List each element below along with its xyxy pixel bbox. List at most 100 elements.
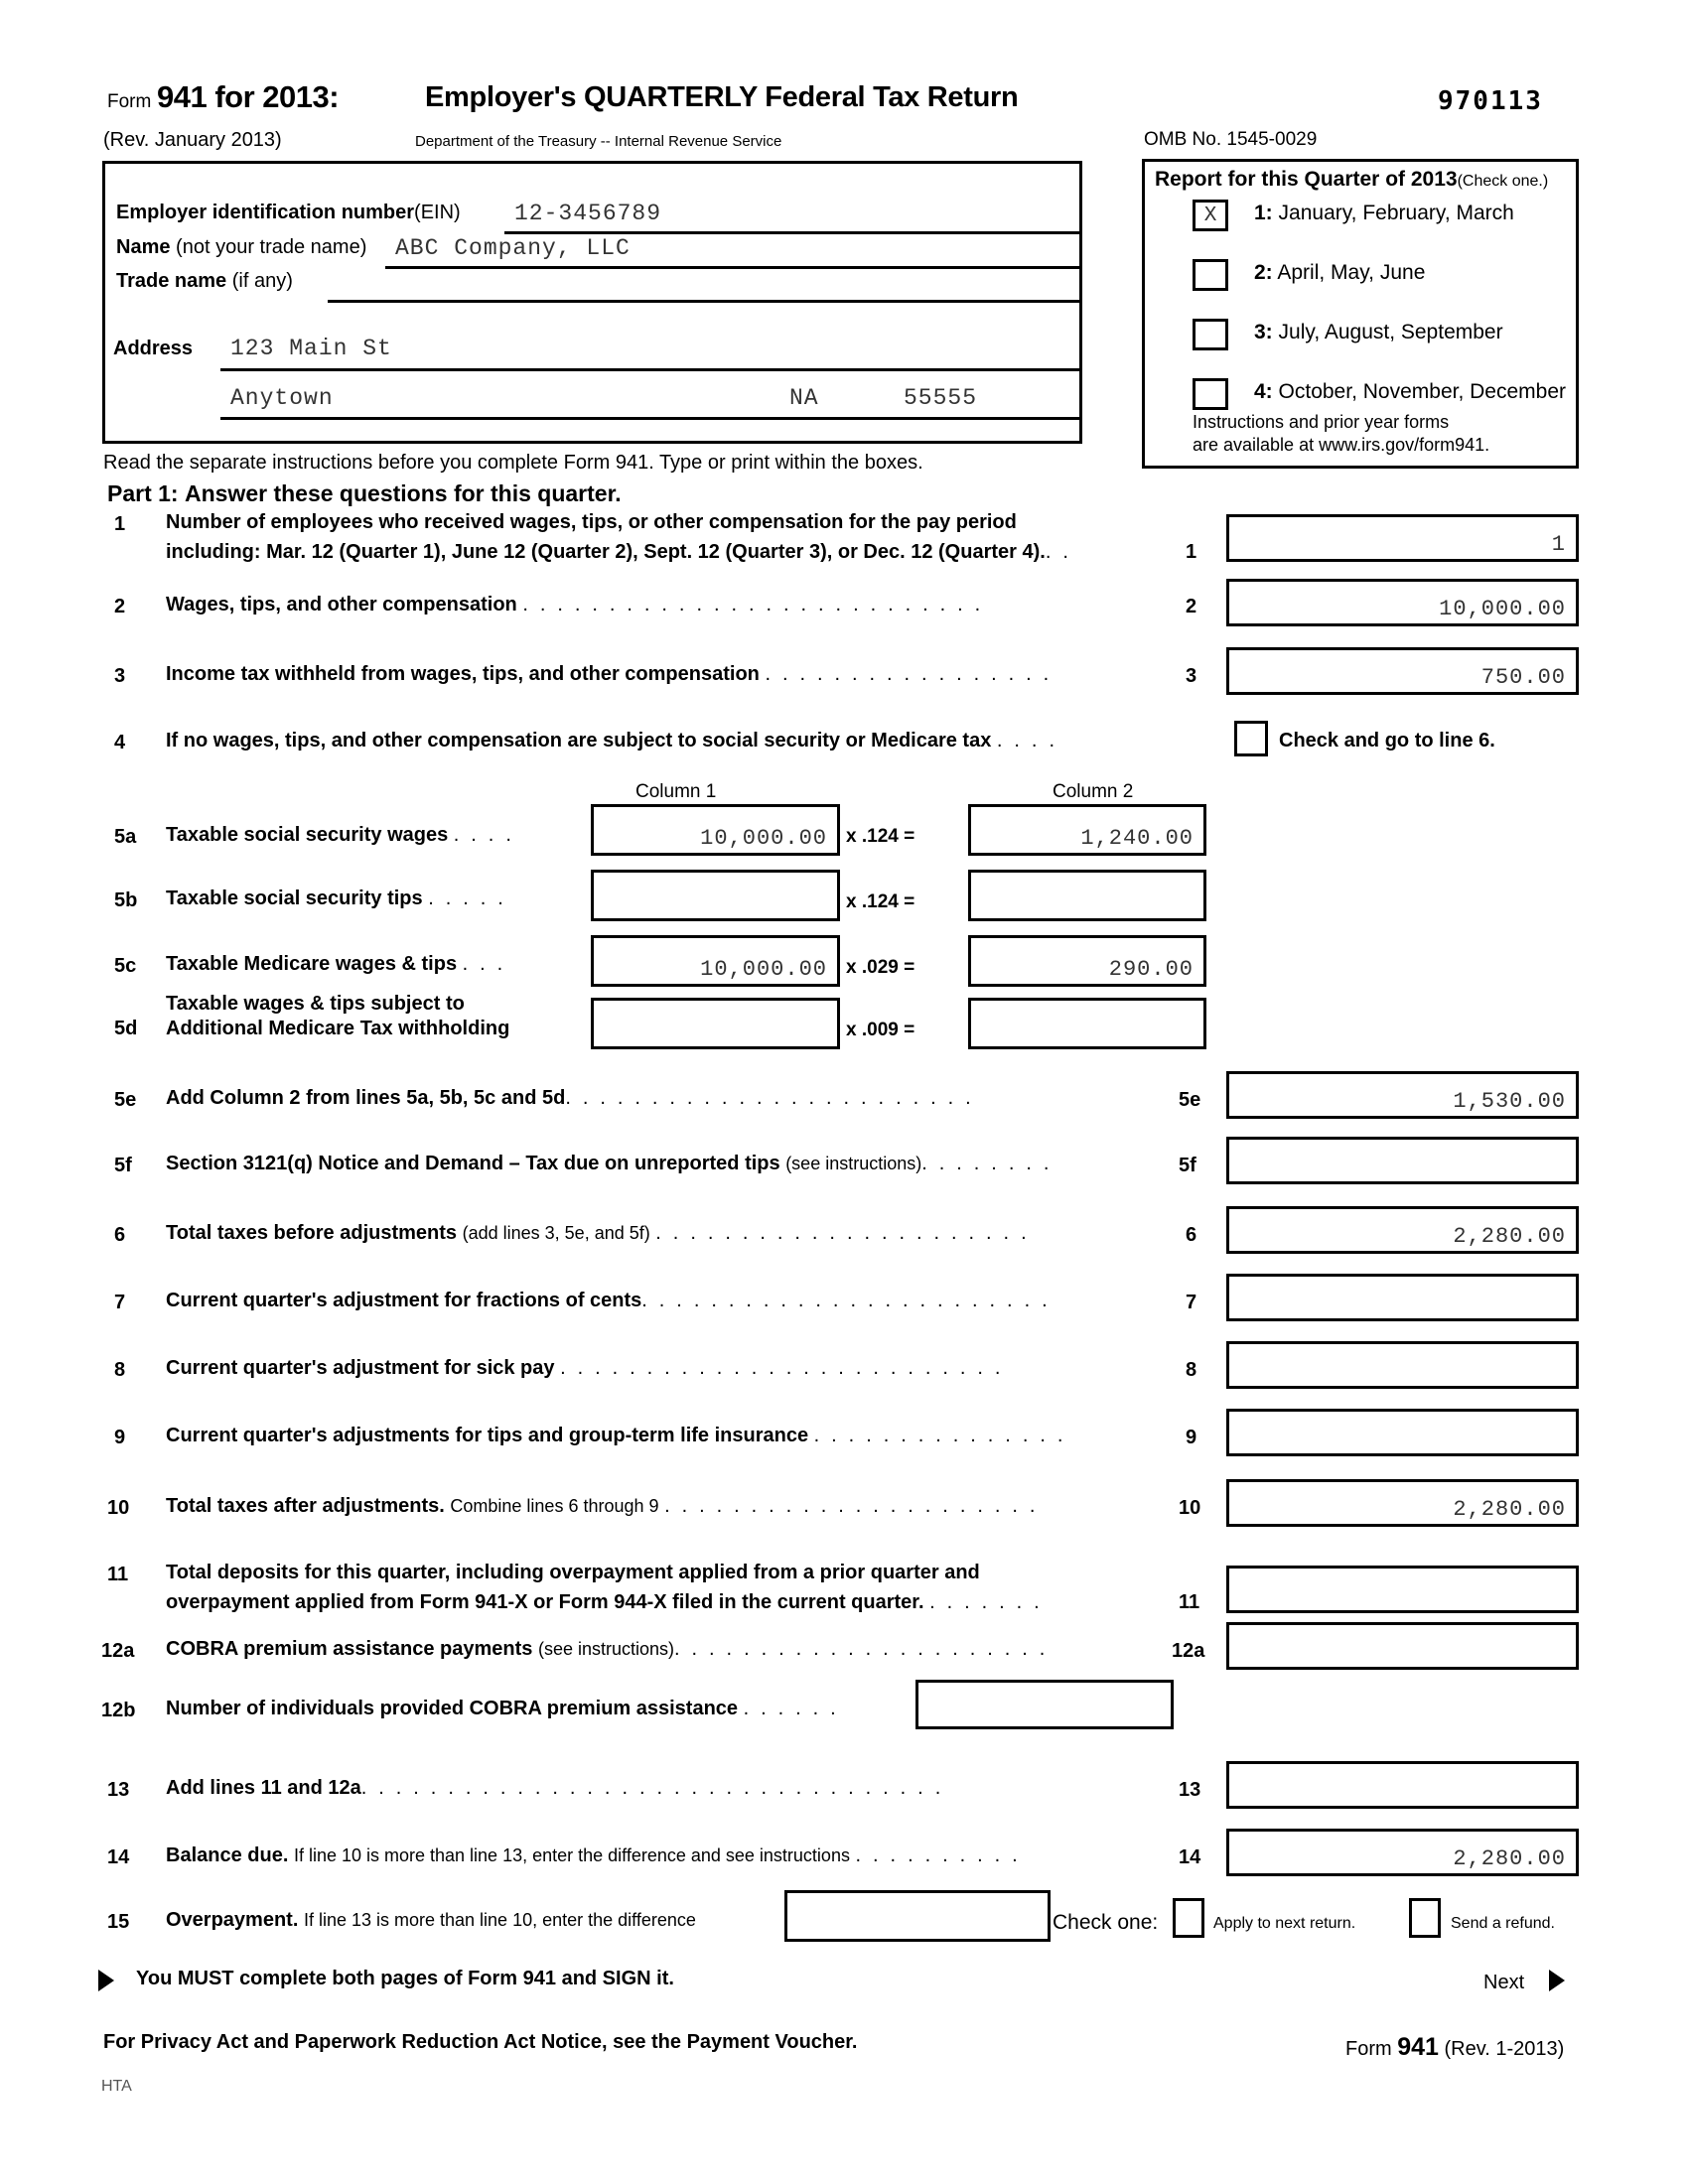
form-title: Employer's QUARTERLY Federal Tax Return	[425, 81, 1019, 113]
line-5b-column1-box[interactable]	[591, 870, 840, 921]
line-12b-number: 12b	[101, 1700, 136, 1721]
line-3-amount-box[interactable]: 750.00	[1226, 647, 1579, 695]
line-12a-number: 12a	[101, 1640, 135, 1662]
line-5b-rate: x .124 =	[846, 891, 915, 912]
line-11-dots: . . . . . . .	[929, 1591, 1043, 1613]
hta-watermark: HTA	[101, 2078, 132, 2095]
line-15-text-main: Overpayment.	[166, 1909, 299, 1931]
line-15-apply-next-return-checkbox[interactable]	[1173, 1898, 1204, 1938]
quarter-heading: Report for this Quarter of 2013(Check on…	[1155, 168, 1548, 192]
line-8-amount-box[interactable]	[1226, 1341, 1579, 1389]
line-5d-rate: x .009 =	[846, 1020, 915, 1040]
form-941-page: Form 941 for 2013: Employer's QUARTERLY …	[0, 0, 1688, 2184]
quarter-1-months: January, February, March	[1278, 202, 1514, 224]
quarter-3-checkbox[interactable]	[1193, 319, 1228, 350]
quarter-4-checkbox[interactable]	[1193, 378, 1228, 410]
line-10-amount-box[interactable]: 2,280.00	[1226, 1479, 1579, 1527]
line-9-text-main: Current quarter's adjustments for tips a…	[166, 1425, 809, 1446]
line-15-send-refund-label: Send a refund.	[1451, 1915, 1555, 1932]
line-7-number: 7	[114, 1292, 126, 1313]
line-12b-count-box[interactable]	[915, 1680, 1174, 1729]
line-14-subtext: If line 10 is more than line 13, enter t…	[293, 1845, 850, 1865]
quarter-4-label[interactable]: 4: October, November, December	[1254, 380, 1566, 404]
ein-label-light: (EIN)	[414, 202, 461, 223]
line-15-check-one-label: Check one:	[1053, 1911, 1159, 1934]
form-barcode-id: 970113	[1438, 86, 1543, 116]
trade-name-label-light: (if any)	[231, 270, 293, 292]
line-5c-column2-box[interactable]: 290.00	[968, 935, 1206, 987]
quarter-2-number: 2:	[1254, 261, 1273, 284]
line-12b-text: Number of individuals provided COBRA pre…	[166, 1698, 839, 1720]
address-value[interactable]: 123 Main St	[230, 336, 392, 361]
line-9-number: 9	[114, 1427, 126, 1448]
line-9-amount-box[interactable]	[1226, 1409, 1579, 1456]
line-5e-amount-box[interactable]: 1,530.00	[1226, 1071, 1579, 1119]
quarter-2-checkbox[interactable]	[1193, 259, 1228, 291]
footer-form-number: 941	[1397, 2033, 1439, 2061]
line-5e-number: 5e	[114, 1089, 137, 1111]
line-2-amount-box[interactable]: 10,000.00	[1226, 579, 1579, 626]
line-5d-column1-box[interactable]	[591, 998, 840, 1049]
line-8-number: 8	[114, 1359, 126, 1381]
line-5a-rate: x .124 =	[846, 826, 915, 847]
line-6-subtext: (add lines 3, 5e, and 5f)	[462, 1223, 650, 1243]
line-15-overpayment-box[interactable]	[784, 1890, 1051, 1942]
column-2-header: Column 2	[1053, 781, 1134, 802]
line-6-amount-box[interactable]: 2,280.00	[1226, 1206, 1579, 1254]
line-1-amount-box[interactable]: 1	[1226, 514, 1579, 562]
line-12a-amount-box[interactable]	[1226, 1622, 1579, 1670]
line-10-text-main: Total taxes after adjustments.	[166, 1495, 445, 1517]
city-value[interactable]: Anytown	[230, 385, 334, 411]
line-6-text: Total taxes before adjustments (add line…	[166, 1222, 1030, 1245]
line-13-ref: 13	[1179, 1779, 1201, 1801]
line-15-subtext: If line 13 is more than line 10, enter t…	[303, 1910, 696, 1930]
line-5d-column2-box[interactable]	[968, 998, 1206, 1049]
next-arrow-icon[interactable]	[1549, 1970, 1565, 1991]
line-5a-column2-box[interactable]: 1,240.00	[968, 804, 1206, 856]
line-5c-text-main: Taxable Medicare wages & tips	[166, 953, 458, 975]
line-14-number: 14	[107, 1846, 130, 1868]
address-label: Address	[113, 338, 194, 359]
state-value[interactable]: NA	[789, 385, 819, 411]
line-4-checkbox[interactable]	[1234, 721, 1268, 756]
line-1-text-a: Number of employees who received wages, …	[166, 511, 1017, 533]
line-15-send-refund-checkbox[interactable]	[1409, 1898, 1441, 1938]
name-value[interactable]: ABC Company, LLC	[395, 235, 631, 261]
quarter-1-checkbox[interactable]: X	[1193, 200, 1228, 231]
line-4-text-main: If no wages, tips, and other compensatio…	[166, 730, 992, 751]
line-5a-column1-box[interactable]: 10,000.00	[591, 804, 840, 856]
line-9-dots: . . . . . . . . . . . . . . .	[813, 1425, 1066, 1446]
line-5b-column2-box[interactable]	[968, 870, 1206, 921]
line-9-text: Current quarter's adjustments for tips a…	[166, 1425, 1066, 1447]
line-5e-text-main: Add Column 2 from lines 5a, 5b, 5c and 5…	[166, 1087, 566, 1109]
line-14-amount-box[interactable]: 2,280.00	[1226, 1829, 1579, 1876]
quarter-3-label[interactable]: 3: July, August, September	[1254, 321, 1503, 344]
line-4-dots: . . . .	[996, 730, 1058, 751]
next-page-label[interactable]: Next	[1483, 1972, 1524, 1994]
line-12a-text: COBRA premium assistance payments (see i…	[166, 1638, 1049, 1661]
quarter-2-label[interactable]: 2: April, May, June	[1254, 261, 1425, 285]
line-5f-amount-box[interactable]	[1226, 1137, 1579, 1184]
line-7-text-main: Current quarter's adjustment for fractio…	[166, 1290, 642, 1311]
line-5e-ref: 5e	[1179, 1089, 1201, 1111]
line-5c-column1-box[interactable]: 10,000.00	[591, 935, 840, 987]
line-11-amount-box[interactable]	[1226, 1566, 1579, 1613]
zip-value[interactable]: 55555	[904, 385, 977, 411]
trade-name-label: Trade name (if any)	[116, 270, 293, 293]
line-13-amount-box[interactable]	[1226, 1761, 1579, 1809]
line-4-text: If no wages, tips, and other compensatio…	[166, 730, 1057, 752]
ein-value[interactable]: 12-3456789	[514, 201, 661, 226]
quarter-heading-bold: Report for this Quarter of 2013	[1155, 168, 1458, 191]
line-7-ref: 7	[1186, 1292, 1197, 1313]
line-12a-text-main: COBRA premium assistance payments	[166, 1638, 533, 1660]
line-5b-dots: . . . . .	[428, 887, 507, 909]
quarter-1-label[interactable]: 1: January, February, March	[1254, 202, 1514, 225]
line-5e-value: 1,530.00	[1453, 1089, 1566, 1114]
ein-label: Employer identification number(EIN)	[116, 202, 461, 224]
line-7-amount-box[interactable]	[1226, 1274, 1579, 1321]
quarter-heading-light: (Check one.)	[1457, 173, 1549, 190]
line-2-text-main: Wages, tips, and other compensation	[166, 594, 517, 615]
line-6-value: 2,280.00	[1453, 1224, 1566, 1249]
ein-label-bold: Employer identification number	[116, 202, 415, 223]
omb-number: OMB No. 1545-0029	[1144, 129, 1318, 150]
